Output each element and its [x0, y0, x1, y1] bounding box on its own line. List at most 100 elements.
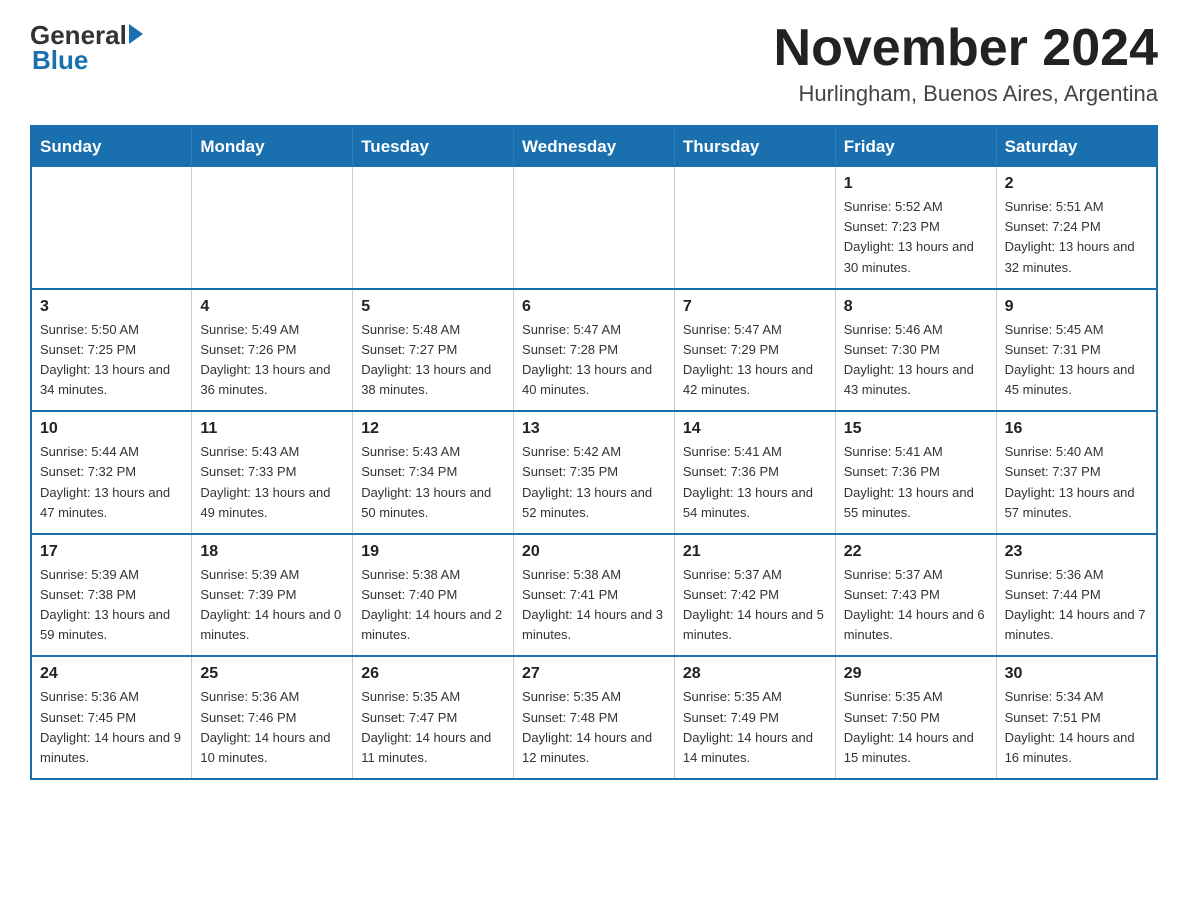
calendar-cell: 4 Sunrise: 5:49 AMSunset: 7:26 PMDaylight… [192, 289, 353, 412]
calendar-cell: 6Sunrise: 5:47 AMSunset: 7:28 PMDaylight… [514, 289, 675, 412]
day-number: 4 [200, 298, 344, 316]
day-number: 22 [844, 543, 988, 561]
day-info: Sunrise: 5:35 AMSunset: 7:49 PMDaylight:… [683, 687, 827, 768]
month-title: November 2024 [774, 20, 1158, 77]
calendar-header: Sunday Monday Tuesday Wednesday Thursday… [31, 126, 1157, 167]
day-info: Sunrise: 5:36 AMSunset: 7:44 PMDaylight:… [1005, 565, 1148, 646]
calendar-table: Sunday Monday Tuesday Wednesday Thursday… [30, 125, 1158, 780]
calendar-cell: 24 Sunrise: 5:36 AMSunset: 7:45 PMDayligh… [31, 656, 192, 779]
day-number: 28 [683, 665, 827, 683]
day-number: 8 [844, 298, 988, 316]
day-number: 27 [522, 665, 666, 683]
day-info: Sunrise: 5:36 AMSunset: 7:45 PMDaylight:… [40, 687, 183, 768]
day-number: 24 [40, 665, 183, 683]
day-info: Sunrise: 5:43 AMSunset: 7:33 PMDaylight:… [200, 442, 344, 523]
calendar-cell [353, 167, 514, 289]
calendar-cell: 10 Sunrise: 5:44 AMSunset: 7:32 PMDayligh… [31, 411, 192, 534]
calendar-cell: 16 Sunrise: 5:40 AMSunset: 7:37 PMDayligh… [996, 411, 1157, 534]
day-info: Sunrise: 5:36 AMSunset: 7:46 PMDaylight:… [200, 687, 344, 768]
header-sunday: Sunday [31, 126, 192, 167]
header-wednesday: Wednesday [514, 126, 675, 167]
calendar-cell: 21Sunrise: 5:37 AMSunset: 7:42 PMDayligh… [674, 534, 835, 657]
week-row-4: 17 Sunrise: 5:39 AMSunset: 7:38 PMDayligh… [31, 534, 1157, 657]
calendar-cell: 5 Sunrise: 5:48 AMSunset: 7:27 PMDaylight… [353, 289, 514, 412]
calendar-cell: 3 Sunrise: 5:50 AMSunset: 7:25 PMDaylight… [31, 289, 192, 412]
calendar-cell: 30Sunrise: 5:34 AMSunset: 7:51 PMDayligh… [996, 656, 1157, 779]
calendar-cell: 19 Sunrise: 5:38 AMSunset: 7:40 PMDayligh… [353, 534, 514, 657]
calendar-cell: 7Sunrise: 5:47 AMSunset: 7:29 PMDaylight… [674, 289, 835, 412]
location: Hurlingham, Buenos Aires, Argentina [774, 81, 1158, 107]
day-number: 30 [1005, 665, 1148, 683]
day-info: Sunrise: 5:47 AMSunset: 7:29 PMDaylight:… [683, 320, 827, 401]
calendar-cell: 20Sunrise: 5:38 AMSunset: 7:41 PMDayligh… [514, 534, 675, 657]
day-info: Sunrise: 5:41 AMSunset: 7:36 PMDaylight:… [844, 442, 988, 523]
day-number: 5 [361, 298, 505, 316]
day-number: 25 [200, 665, 344, 683]
calendar-cell [31, 167, 192, 289]
calendar-cell [674, 167, 835, 289]
day-number: 2 [1005, 175, 1148, 193]
day-number: 29 [844, 665, 988, 683]
day-number: 13 [522, 420, 666, 438]
calendar-cell: 17 Sunrise: 5:39 AMSunset: 7:38 PMDayligh… [31, 534, 192, 657]
day-number: 12 [361, 420, 505, 438]
day-number: 6 [522, 298, 666, 316]
calendar-cell [192, 167, 353, 289]
day-info: Sunrise: 5:48 AMSunset: 7:27 PMDaylight:… [361, 320, 505, 401]
day-info: Sunrise: 5:40 AMSunset: 7:37 PMDaylight:… [1005, 442, 1148, 523]
day-number: 9 [1005, 298, 1148, 316]
calendar-cell: 15 Sunrise: 5:41 AMSunset: 7:36 PMDayligh… [835, 411, 996, 534]
day-info: Sunrise: 5:38 AMSunset: 7:41 PMDaylight:… [522, 565, 666, 646]
page-header: General Blue November 2024 Hurlingham, B… [30, 20, 1158, 107]
day-info: Sunrise: 5:35 AMSunset: 7:47 PMDaylight:… [361, 687, 505, 768]
calendar-cell: 23Sunrise: 5:36 AMSunset: 7:44 PMDayligh… [996, 534, 1157, 657]
day-info: Sunrise: 5:42 AMSunset: 7:35 PMDaylight:… [522, 442, 666, 523]
day-info: Sunrise: 5:44 AMSunset: 7:32 PMDaylight:… [40, 442, 183, 523]
day-number: 3 [40, 298, 183, 316]
calendar-cell: 28 Sunrise: 5:35 AMSunset: 7:49 PMDayligh… [674, 656, 835, 779]
calendar-cell: 1 Sunrise: 5:52 AMSunset: 7:23 PMDaylight… [835, 167, 996, 289]
calendar-cell: 13 Sunrise: 5:42 AMSunset: 7:35 PMDayligh… [514, 411, 675, 534]
week-row-3: 10 Sunrise: 5:44 AMSunset: 7:32 PMDayligh… [31, 411, 1157, 534]
calendar-cell: 26 Sunrise: 5:35 AMSunset: 7:47 PMDayligh… [353, 656, 514, 779]
day-number: 17 [40, 543, 183, 561]
header-friday: Friday [835, 126, 996, 167]
day-info: Sunrise: 5:39 AMSunset: 7:39 PMDaylight:… [200, 565, 344, 646]
day-info: Sunrise: 5:35 AMSunset: 7:48 PMDaylight:… [522, 687, 666, 768]
title-area: November 2024 Hurlingham, Buenos Aires, … [774, 20, 1158, 107]
day-number: 19 [361, 543, 505, 561]
calendar-cell: 12 Sunrise: 5:43 AMSunset: 7:34 PMDayligh… [353, 411, 514, 534]
day-info: Sunrise: 5:52 AMSunset: 7:23 PMDaylight:… [844, 197, 988, 278]
day-info: Sunrise: 5:37 AMSunset: 7:43 PMDaylight:… [844, 565, 988, 646]
calendar-cell: 22 Sunrise: 5:37 AMSunset: 7:43 PMDayligh… [835, 534, 996, 657]
week-row-2: 3 Sunrise: 5:50 AMSunset: 7:25 PMDaylight… [31, 289, 1157, 412]
header-monday: Monday [192, 126, 353, 167]
week-row-5: 24 Sunrise: 5:36 AMSunset: 7:45 PMDayligh… [31, 656, 1157, 779]
calendar-cell: 27 Sunrise: 5:35 AMSunset: 7:48 PMDayligh… [514, 656, 675, 779]
day-info: Sunrise: 5:49 AMSunset: 7:26 PMDaylight:… [200, 320, 344, 401]
calendar-cell: 9 Sunrise: 5:45 AMSunset: 7:31 PMDaylight… [996, 289, 1157, 412]
week-row-1: 1 Sunrise: 5:52 AMSunset: 7:23 PMDaylight… [31, 167, 1157, 289]
day-info: Sunrise: 5:43 AMSunset: 7:34 PMDaylight:… [361, 442, 505, 523]
day-info: Sunrise: 5:51 AMSunset: 7:24 PMDaylight:… [1005, 197, 1148, 278]
day-info: Sunrise: 5:46 AMSunset: 7:30 PMDaylight:… [844, 320, 988, 401]
day-info: Sunrise: 5:35 AMSunset: 7:50 PMDaylight:… [844, 687, 988, 768]
logo: General Blue [30, 20, 143, 76]
calendar-body: 1 Sunrise: 5:52 AMSunset: 7:23 PMDaylight… [31, 167, 1157, 779]
day-number: 18 [200, 543, 344, 561]
day-info: Sunrise: 5:50 AMSunset: 7:25 PMDaylight:… [40, 320, 183, 401]
day-number: 10 [40, 420, 183, 438]
calendar-cell: 18 Sunrise: 5:39 AMSunset: 7:39 PMDayligh… [192, 534, 353, 657]
day-info: Sunrise: 5:45 AMSunset: 7:31 PMDaylight:… [1005, 320, 1148, 401]
calendar-cell: 25 Sunrise: 5:36 AMSunset: 7:46 PMDayligh… [192, 656, 353, 779]
day-number: 1 [844, 175, 988, 193]
day-number: 16 [1005, 420, 1148, 438]
day-info: Sunrise: 5:38 AMSunset: 7:40 PMDaylight:… [361, 565, 505, 646]
calendar-cell: 14Sunrise: 5:41 AMSunset: 7:36 PMDayligh… [674, 411, 835, 534]
day-number: 26 [361, 665, 505, 683]
day-info: Sunrise: 5:41 AMSunset: 7:36 PMDaylight:… [683, 442, 827, 523]
day-number: 15 [844, 420, 988, 438]
day-info: Sunrise: 5:39 AMSunset: 7:38 PMDaylight:… [40, 565, 183, 646]
day-info: Sunrise: 5:37 AMSunset: 7:42 PMDaylight:… [683, 565, 827, 646]
logo-arrow-icon [129, 24, 143, 44]
